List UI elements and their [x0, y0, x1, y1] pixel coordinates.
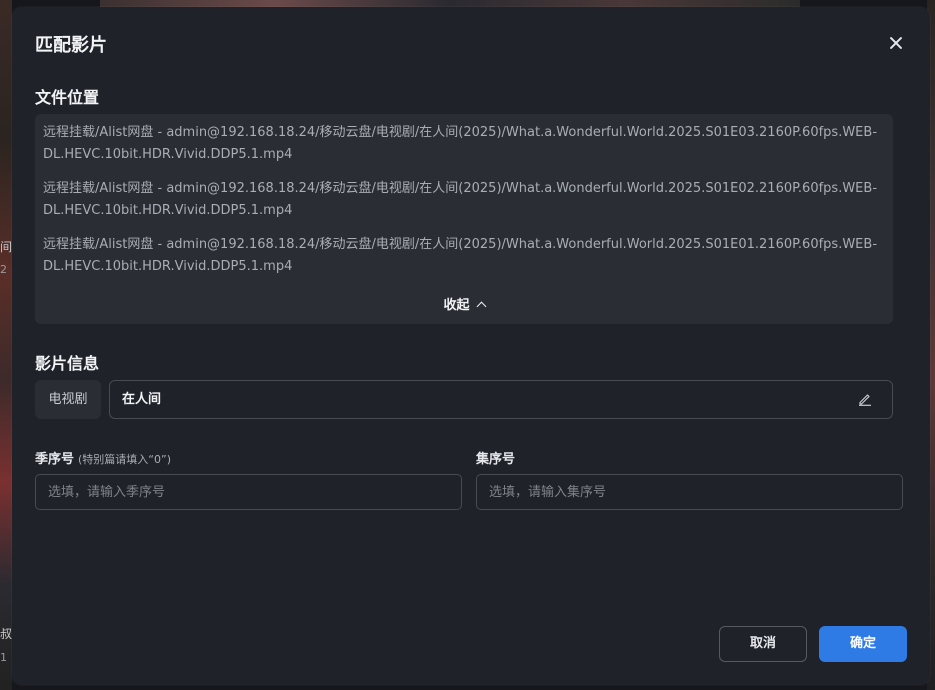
season-label: 季序号 (特别篇请填入“0”) [35, 448, 171, 467]
chevron-up-icon [476, 301, 486, 312]
file-path: 远程挂载/Alist网盘 - admin@192.168.18.24/移动云盘/… [43, 125, 878, 162]
collapse-button[interactable]: 收起 [35, 294, 893, 313]
season-input[interactable] [35, 474, 462, 510]
background-text: 2 [0, 263, 7, 276]
close-icon[interactable] [888, 35, 904, 51]
movie-name-field[interactable]: 在人间 [109, 380, 893, 419]
episode-input[interactable] [476, 474, 903, 510]
background-text: 1 [0, 651, 7, 664]
episode-label: 集序号 [476, 452, 516, 467]
confirm-button[interactable]: 确定 [819, 626, 907, 662]
season-hint: (特别篇请填入“0”) [78, 453, 171, 466]
collapse-label: 收起 [443, 298, 470, 313]
file-path: 远程挂载/Alist网盘 - admin@192.168.18.24/移动云盘/… [43, 181, 878, 218]
media-type-tag: 电视剧 [35, 380, 101, 419]
cancel-button[interactable]: 取消 [719, 626, 807, 662]
dialog-title: 匹配影片 [35, 35, 107, 56]
file-list-panel: 远程挂载/Alist网盘 - admin@192.168.18.24/移动云盘/… [35, 114, 893, 324]
match-movie-dialog: 匹配影片 文件位置 远程挂载/Alist网盘 - admin@192.168.1… [12, 7, 930, 685]
background-text: 叔 [0, 627, 13, 641]
file-path: 远程挂载/Alist网盘 - admin@192.168.18.24/移动云盘/… [43, 237, 878, 274]
background-image-strip-left [0, 0, 12, 690]
background-text: 间 [0, 240, 13, 254]
file-location-title: 文件位置 [35, 88, 100, 107]
season-label-text: 季序号 [35, 452, 75, 467]
pencil-icon[interactable] [858, 392, 872, 406]
movie-name: 在人间 [122, 392, 162, 407]
movie-info-title: 影片信息 [35, 354, 100, 373]
